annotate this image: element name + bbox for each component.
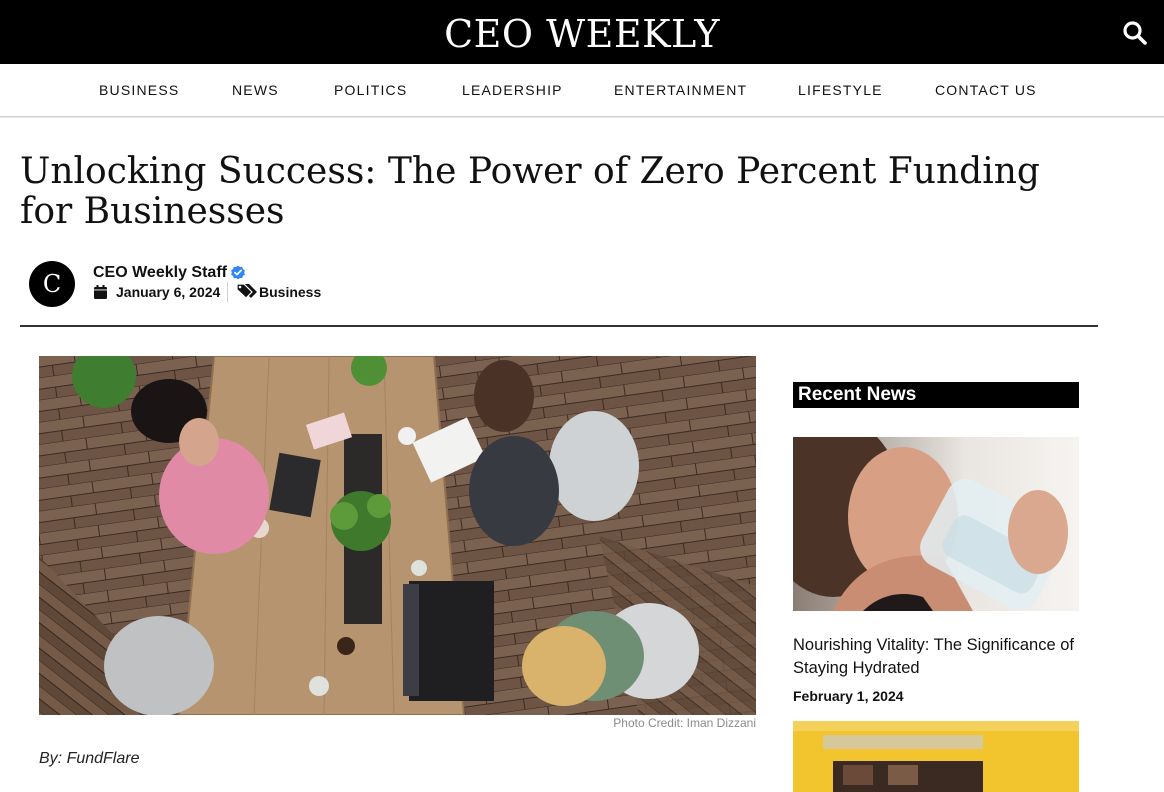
author-avatar[interactable]: C <box>29 261 75 307</box>
recent-post-thumbnail[interactable] <box>793 437 1079 611</box>
tags-icon <box>236 283 257 299</box>
recent-post-date: February 1, 2024 <box>793 688 904 704</box>
category-link[interactable]: Business <box>259 284 321 300</box>
meta-separator <box>227 282 228 302</box>
article-title: Unlocking Success: The Power of Zero Per… <box>20 151 1040 232</box>
verified-icon <box>231 265 245 280</box>
site-logo[interactable]: CEO WEEKLY <box>0 10 1164 58</box>
nav-item-news[interactable]: NEWS <box>232 82 279 98</box>
author-name[interactable]: CEO Weekly Staff <box>93 264 227 282</box>
photo-credit: Photo Credit: Iman Dizzani <box>613 716 756 730</box>
site-header: CEO WEEKLY <box>0 0 1164 64</box>
post-date: January 6, 2024 <box>116 284 221 300</box>
featured-image <box>39 356 756 715</box>
recent-post-thumbnail-2[interactable] <box>793 721 1079 792</box>
recent-news-heading: Recent News <box>793 382 1079 408</box>
article-byline: By: FundFlare <box>39 750 140 767</box>
nav-item-contact-us[interactable]: CONTACT US <box>935 82 1037 98</box>
nav-item-entertainment[interactable]: ENTERTAINMENT <box>614 82 747 98</box>
nav-item-lifestyle[interactable]: LIFESTYLE <box>798 82 883 98</box>
search-button[interactable] <box>1122 20 1148 46</box>
recent-post-title[interactable]: Nourishing Vitality: The Significance of… <box>793 634 1083 680</box>
search-icon <box>1123 21 1147 45</box>
nav-item-business[interactable]: BUSINESS <box>99 82 179 98</box>
main-nav: BUSINESS NEWS POLITICS LEADERSHIP ENTERT… <box>0 64 1164 117</box>
header-divider <box>20 325 1098 327</box>
calendar-icon <box>94 285 107 299</box>
nav-item-leadership[interactable]: LEADERSHIP <box>462 82 563 98</box>
nav-item-politics[interactable]: POLITICS <box>334 82 407 98</box>
